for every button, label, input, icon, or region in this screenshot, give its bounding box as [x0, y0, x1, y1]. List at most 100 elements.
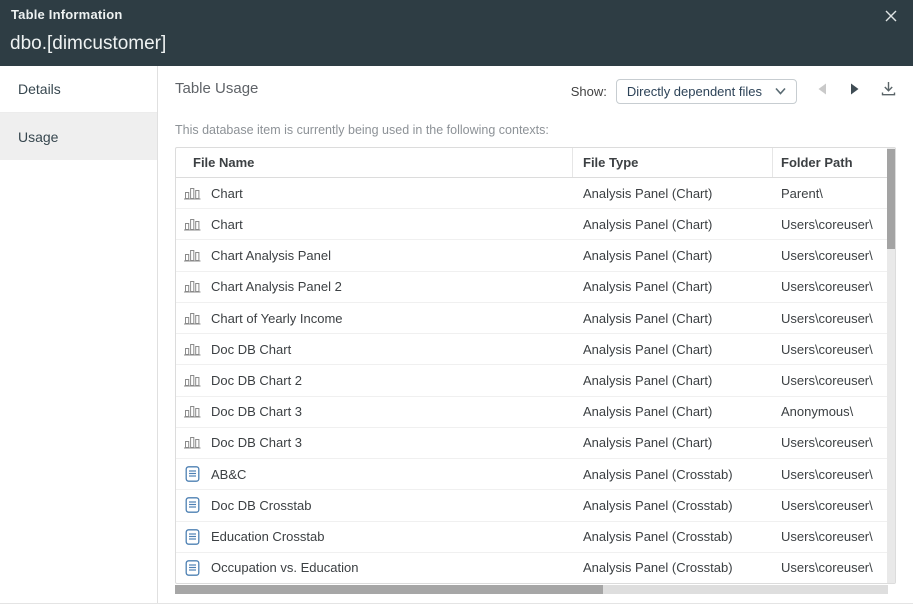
folder-path-cell: Parent\ — [773, 186, 895, 201]
file-name-cell: Doc DB Crosstab — [211, 498, 311, 513]
file-name-cell: Chart Analysis Panel 2 — [211, 279, 342, 294]
file-name-cell: Doc DB Chart 3 — [211, 404, 302, 419]
bar-chart-icon — [183, 310, 201, 326]
file-name-cell: Doc DB Chart 2 — [211, 373, 302, 388]
pager — [816, 85, 860, 97]
file-type-cell: Analysis Panel (Crosstab) — [573, 498, 773, 513]
table-row[interactable]: Chart Analysis Panel (Chart) Users\coreu… — [176, 208, 895, 239]
folder-path-cell: Users\coreuser\ — [773, 435, 895, 450]
table-row[interactable]: Chart Analysis Panel Analysis Panel (Cha… — [176, 239, 895, 270]
bar-chart-icon — [183, 185, 201, 201]
download-icon — [881, 81, 896, 102]
folder-path-cell: Users\coreuser\ — [773, 279, 895, 294]
column-header-file-name: File Name — [176, 148, 573, 177]
file-name-cell: Chart of Yearly Income — [211, 311, 343, 326]
table-information-dialog: Table Information dbo.[dimcustomer] Deta… — [0, 0, 913, 609]
chevron-down-icon — [775, 87, 786, 95]
file-type-cell: Analysis Panel (Chart) — [573, 342, 773, 357]
bar-chart-icon — [183, 373, 201, 389]
file-type-cell: Analysis Panel (Chart) — [573, 404, 773, 419]
file-type-cell: Analysis Panel (Chart) — [573, 186, 773, 201]
dialog-title: Table Information — [11, 7, 123, 22]
bar-chart-icon — [183, 279, 201, 295]
vertical-scrollbar-thumb[interactable] — [887, 149, 895, 249]
folder-path-cell: Users\coreuser\ — [773, 373, 895, 388]
table-row[interactable]: Education Crosstab Analysis Panel (Cross… — [176, 521, 895, 552]
folder-path-cell: Users\coreuser\ — [773, 560, 895, 575]
dialog-body: Details Usage Table Usage Show: Directly… — [0, 66, 913, 603]
table-row[interactable]: Doc DB Chart 3 Analysis Panel (Chart) An… — [176, 396, 895, 427]
file-name-cell: Education Crosstab — [211, 529, 324, 544]
next-page-button[interactable] — [848, 85, 860, 97]
folder-path-cell: Users\coreuser\ — [773, 311, 895, 326]
table-row[interactable]: Doc DB Chart 2 Analysis Panel (Chart) Us… — [176, 364, 895, 395]
table-row[interactable]: Chart Analysis Panel 2 Analysis Panel (C… — [176, 271, 895, 302]
table-row[interactable]: Occupation vs. Education Analysis Panel … — [176, 552, 895, 583]
close-button[interactable] — [882, 9, 900, 27]
table-row[interactable]: Doc DB Chart 3 Analysis Panel (Chart) Us… — [176, 427, 895, 458]
toolbar: Show: Directly dependent files — [571, 78, 896, 104]
table-row[interactable]: Chart of Yearly Income Analysis Panel (C… — [176, 302, 895, 333]
file-type-cell: Analysis Panel (Chart) — [573, 311, 773, 326]
show-label: Show: — [571, 84, 607, 99]
sidebar-item-details[interactable]: Details — [0, 66, 157, 113]
show-dropdown-value: Directly dependent files — [627, 84, 762, 99]
folder-path-cell: Users\coreuser\ — [773, 498, 895, 513]
table-row[interactable]: AB&C Analysis Panel (Crosstab) Users\cor… — [176, 458, 895, 489]
table-row[interactable]: Doc DB Chart Analysis Panel (Chart) User… — [176, 333, 895, 364]
folder-path-cell: Users\coreuser\ — [773, 248, 895, 263]
file-name-cell: Doc DB Chart 3 — [211, 435, 302, 450]
folder-path-cell: Users\coreuser\ — [773, 342, 895, 357]
sidebar-item-label: Usage — [18, 129, 58, 145]
bar-chart-icon — [183, 248, 201, 264]
bar-chart-icon — [183, 341, 201, 357]
file-name-cell: AB&C — [211, 467, 246, 482]
file-type-cell: Analysis Panel (Chart) — [573, 435, 773, 450]
dialog-bottom-border — [0, 603, 913, 604]
document-icon — [183, 529, 201, 545]
sidebar-item-usage[interactable]: Usage — [0, 113, 157, 160]
show-dropdown[interactable]: Directly dependent files — [616, 79, 797, 104]
table-name-subtitle: dbo.[dimcustomer] — [10, 33, 166, 55]
sidebar: Details Usage — [0, 66, 158, 603]
file-type-cell: Analysis Panel (Crosstab) — [573, 529, 773, 544]
folder-path-cell: Anonymous\ — [773, 404, 895, 419]
usage-panel: Table Usage Show: Directly dependent fil… — [158, 66, 913, 603]
close-icon — [884, 9, 898, 28]
file-name-cell: Chart — [211, 186, 243, 201]
column-header-folder-path: Folder Path — [773, 148, 895, 177]
panel-title: Table Usage — [175, 80, 258, 97]
scrollbar-corner — [888, 585, 896, 594]
table-header: File Name File Type Folder Path — [176, 148, 895, 178]
file-type-cell: Analysis Panel (Chart) — [573, 279, 773, 294]
download-button[interactable] — [880, 83, 896, 100]
file-type-cell: Analysis Panel (Chart) — [573, 248, 773, 263]
file-type-cell: Analysis Panel (Crosstab) — [573, 560, 773, 575]
arrow-left-icon — [818, 82, 827, 100]
bar-chart-icon — [183, 435, 201, 451]
horizontal-scrollbar-thumb[interactable] — [175, 585, 603, 594]
file-type-cell: Analysis Panel (Chart) — [573, 373, 773, 388]
previous-page-button[interactable] — [816, 85, 828, 97]
folder-path-cell: Users\coreuser\ — [773, 217, 895, 232]
file-name-cell: Occupation vs. Education — [211, 560, 358, 575]
bar-chart-icon — [183, 216, 201, 232]
usage-table: File Name File Type Folder Path Chart An… — [175, 147, 896, 584]
horizontal-scrollbar[interactable] — [175, 585, 896, 594]
folder-path-cell: Users\coreuser\ — [773, 467, 895, 482]
file-type-cell: Analysis Panel (Chart) — [573, 217, 773, 232]
table-row[interactable]: Chart Analysis Panel (Chart) Parent\ — [176, 178, 895, 208]
file-name-cell: Chart Analysis Panel — [211, 248, 331, 263]
table-row[interactable]: Doc DB Crosstab Analysis Panel (Crosstab… — [176, 489, 895, 520]
document-icon — [183, 560, 201, 576]
usage-description: This database item is currently being us… — [175, 123, 549, 137]
document-icon — [183, 497, 201, 513]
dialog-titlebar: Table Information dbo.[dimcustomer] — [0, 0, 913, 66]
file-type-cell: Analysis Panel (Crosstab) — [573, 467, 773, 482]
column-header-file-type: File Type — [573, 148, 773, 177]
document-icon — [183, 466, 201, 482]
sidebar-item-label: Details — [18, 81, 61, 97]
arrow-right-icon — [850, 82, 859, 100]
folder-path-cell: Users\coreuser\ — [773, 529, 895, 544]
vertical-scrollbar[interactable] — [887, 148, 895, 583]
